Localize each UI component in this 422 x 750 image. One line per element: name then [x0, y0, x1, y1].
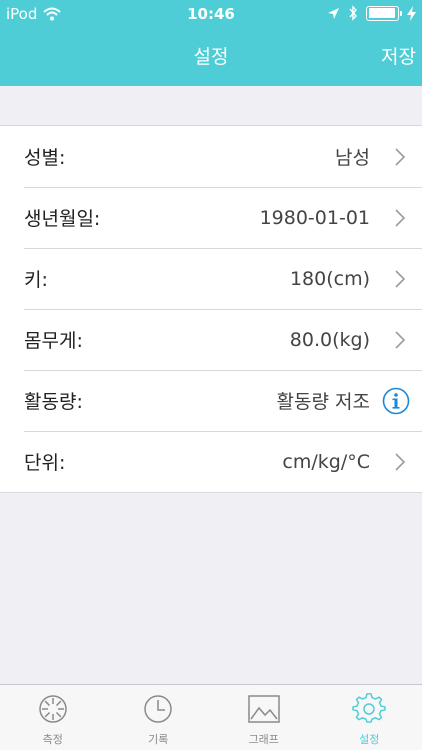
tab-history[interactable]: 기록 — [106, 685, 212, 750]
measure-icon — [39, 695, 67, 723]
setting-label: 단위: — [24, 452, 66, 474]
tab-bar: 측정 기록 그래프 설정 — [0, 684, 422, 750]
settings-screen: iPod 10:46 설정 저장 성별: 남성 생년월일: 1980-01-01… — [0, 0, 422, 750]
info-icon[interactable] — [382, 387, 410, 415]
tab-label: 설정 — [359, 733, 380, 746]
setting-row-weight[interactable]: 몸무게: 80.0(kg) — [0, 309, 422, 370]
gear-icon — [352, 693, 386, 723]
setting-value: 180(cm) — [289, 267, 370, 290]
chevron-right-icon — [395, 208, 406, 227]
setting-row-activity[interactable]: 활동량: 활동량 저조 — [0, 370, 422, 431]
chevron-right-icon — [395, 452, 406, 471]
save-button[interactable]: 저장 — [381, 42, 416, 69]
setting-label: 생년월일: — [24, 208, 101, 230]
setting-row-birthdate[interactable]: 생년월일: 1980-01-01 — [0, 187, 422, 248]
setting-value: 1980-01-01 — [259, 206, 370, 229]
top-header: iPod 10:46 설정 저장 — [0, 0, 422, 86]
graph-image-icon — [248, 695, 280, 723]
setting-label: 활동량: — [24, 391, 83, 413]
settings-list: 성별: 남성 생년월일: 1980-01-01 키: 180(cm) 몸무게: … — [0, 125, 422, 493]
tab-measure[interactable]: 측정 — [0, 685, 106, 750]
tab-graph[interactable]: 그래프 — [211, 685, 317, 750]
charging-bolt-icon — [407, 5, 416, 21]
chevron-right-icon — [395, 330, 406, 349]
setting-label: 몸무게: — [24, 330, 83, 352]
page-title: 설정 — [193, 46, 229, 68]
bluetooth-icon — [349, 5, 357, 21]
tab-settings[interactable]: 설정 — [317, 685, 422, 750]
setting-row-gender[interactable]: 성별: 남성 — [0, 126, 422, 187]
status-bar: iPod 10:46 — [0, 0, 422, 28]
setting-row-height[interactable]: 키: 180(cm) — [0, 248, 422, 309]
location-arrow-icon — [328, 7, 339, 19]
chevron-right-icon — [395, 269, 406, 288]
setting-value: 남성 — [335, 147, 370, 169]
clock-icon — [144, 695, 172, 723]
tab-label: 기록 — [148, 733, 169, 746]
setting-value: 80.0(kg) — [289, 328, 370, 351]
setting-row-units[interactable]: 단위: cm/kg/°C — [0, 431, 422, 492]
tab-label: 측정 — [42, 733, 63, 746]
tab-label: 그래프 — [248, 733, 279, 746]
status-right — [327, 5, 416, 21]
chevron-right-icon — [395, 147, 406, 166]
setting-value: cm/kg/°C — [282, 450, 370, 473]
battery-icon — [366, 5, 402, 21]
setting-label: 성별: — [24, 147, 66, 169]
setting-label: 키: — [24, 269, 48, 291]
setting-value: 활동량 저조 — [276, 391, 370, 413]
